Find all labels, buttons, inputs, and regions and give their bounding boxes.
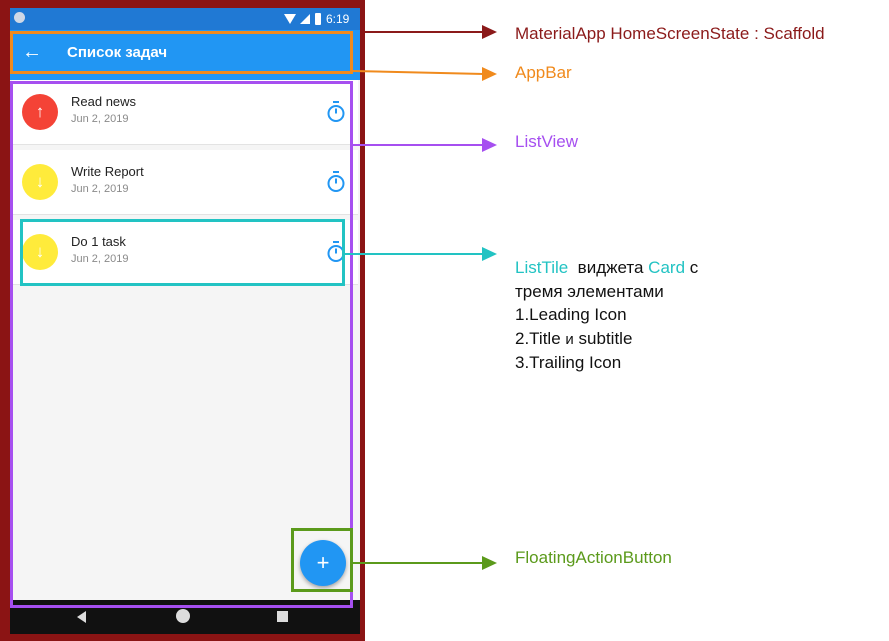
- listview-label: ListView: [515, 132, 578, 151]
- appbar-arrow: [352, 70, 485, 75]
- listtile-line4-subtitle: subtitle: [578, 328, 633, 348]
- listtile-description: ListTile виджета Card с тремя элементами…: [515, 256, 698, 375]
- listtile-with-word: с: [689, 258, 699, 277]
- listtile-card-word: Card: [648, 258, 686, 277]
- annotation-arrows: [345, 25, 497, 570]
- listtile-widget-word: виджета: [577, 258, 644, 277]
- fab-label: FloatingActionButton: [515, 548, 672, 567]
- listtile-line2: тремя элементами: [515, 281, 664, 301]
- listtile-arrowhead: [482, 247, 497, 261]
- listview-arrowhead: [482, 138, 497, 152]
- fab-arrowhead: [482, 556, 497, 570]
- listtile-line5: 3.Trailing Icon: [515, 353, 622, 372]
- listtile-line3: 1.Leading Icon: [515, 305, 627, 324]
- materialapp-arrowhead: [482, 25, 497, 39]
- materialapp-label: MaterialApp HomeScreenState : Scaffold: [515, 24, 825, 43]
- listtile-word: ListTile: [515, 258, 569, 277]
- listtile-line4-and: и: [565, 330, 574, 348]
- appbar-label: AppBar: [515, 63, 572, 82]
- appbar-arrowhead: [482, 67, 497, 81]
- listtile-line4-title: 2.Title: [515, 328, 561, 348]
